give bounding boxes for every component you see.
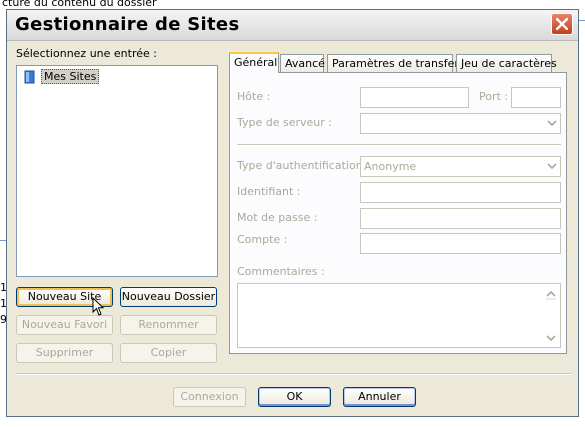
account-input[interactable] — [360, 233, 561, 254]
password-label: Mot de passe : — [237, 211, 318, 224]
connect-button[interactable]: Connexion — [173, 387, 246, 407]
auth-type-label: Type d'authentification : — [237, 159, 370, 172]
new-folder-button[interactable]: Nouveau Dossier — [120, 287, 217, 307]
cancel-button[interactable]: Annuler — [343, 387, 416, 407]
title-bar[interactable]: Gestionnaire de Sites — [7, 10, 578, 41]
close-button[interactable] — [551, 13, 573, 35]
ok-button[interactable]: OK — [258, 387, 331, 407]
account-label: Compte : — [237, 233, 288, 246]
copy-button[interactable]: Copier — [120, 343, 217, 363]
tab-charset[interactable]: Jeu de caractères — [456, 54, 557, 72]
chevron-down-icon — [547, 120, 557, 127]
tree-item-label: Mes Sites — [41, 69, 100, 84]
auth-type-value: Anonyme — [364, 160, 417, 173]
comments-label: Commentaires : — [237, 265, 325, 278]
host-input[interactable] — [360, 87, 469, 108]
site-tree[interactable]: Mes Sites — [16, 65, 218, 277]
delete-button[interactable]: Supprimer — [16, 343, 113, 363]
server-type-select[interactable] — [360, 113, 561, 134]
user-label: Identifiant : — [237, 185, 301, 198]
mouse-cursor-icon — [92, 297, 105, 316]
section-divider — [237, 144, 561, 146]
scroll-up-icon[interactable] — [544, 287, 558, 301]
chevron-down-icon — [547, 163, 557, 170]
site-manager-dialog: Gestionnaire de Sites Sélectionnez une e… — [6, 9, 579, 417]
tab-general[interactable]: Général — [229, 52, 279, 73]
comments-textarea[interactable] — [237, 283, 561, 348]
scroll-down-icon[interactable] — [544, 331, 558, 345]
rename-button[interactable]: Renommer — [120, 315, 217, 335]
port-label: Port : — [479, 90, 509, 103]
background-text: cture du contenu du dossier — [2, 0, 157, 9]
port-input[interactable] — [511, 87, 561, 108]
general-tab-panel: Hôte : Port : Type de serveur : Type d'a… — [229, 72, 567, 354]
background-divider — [579, 20, 585, 21]
dialog-title: Gestionnaire de Sites — [15, 14, 240, 35]
host-label: Hôte : — [237, 90, 271, 103]
tab-advanced[interactable]: Avancé — [280, 54, 325, 72]
tab-transfer-settings[interactable]: Paramètres de transfert — [327, 54, 463, 72]
auth-type-select[interactable]: Anonyme — [360, 156, 561, 177]
tree-label: Sélectionnez une entrée : — [16, 47, 157, 60]
password-input[interactable] — [360, 208, 561, 229]
server-type-label: Type de serveur : — [237, 116, 333, 129]
new-bookmark-button[interactable]: Nouveau Favori — [16, 315, 113, 335]
user-input[interactable] — [360, 182, 561, 203]
footer-divider — [16, 373, 571, 375]
folder-icon — [24, 70, 35, 84]
close-icon — [556, 18, 568, 30]
